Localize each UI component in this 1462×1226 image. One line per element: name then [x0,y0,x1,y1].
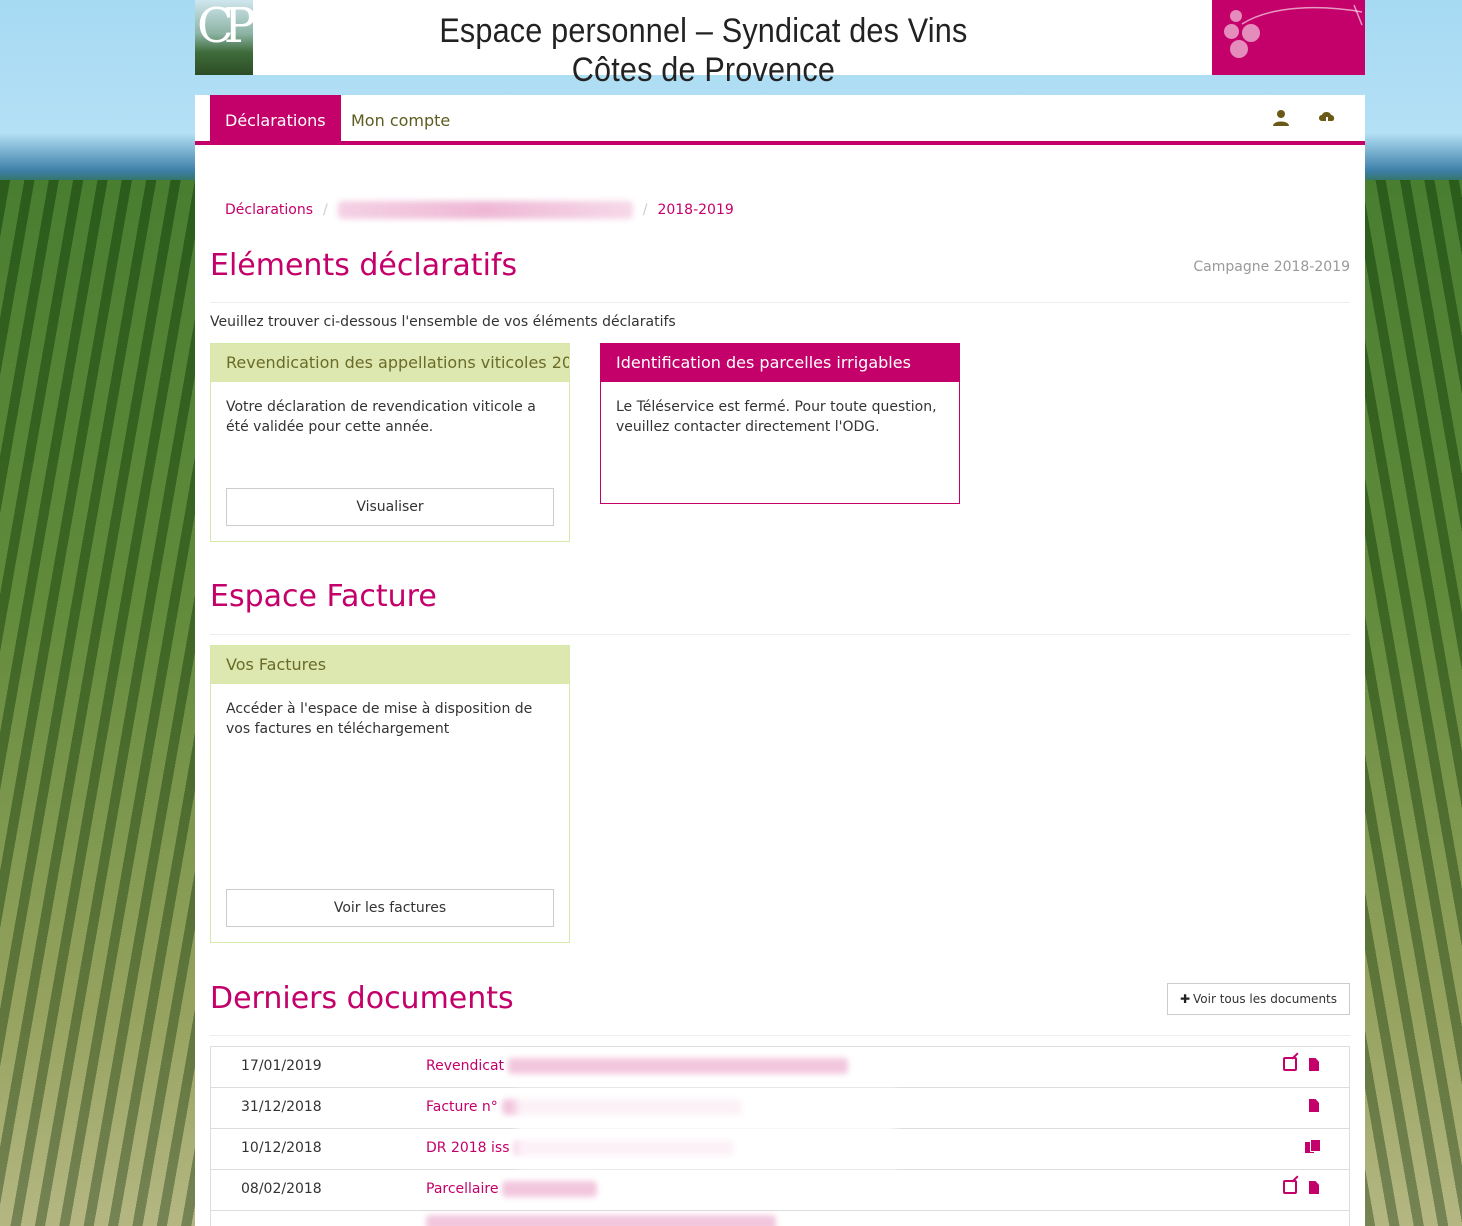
grapes-icon [1212,0,1365,75]
main-navbar: Déclarations Mon compte [195,95,1365,145]
doc-title[interactable]: Parcellaire [426,1181,598,1197]
doc-actions [1283,1180,1319,1194]
section-title-declaratifs: Eléments déclaratifs [210,248,518,283]
doc-date: 08/02/2018 [241,1181,322,1197]
nav-declarations[interactable]: Déclarations [210,95,341,145]
cloud-download-icon[interactable] [1316,109,1338,131]
card-factures: Vos Factures Accéder à l'espace de mise … [210,645,570,943]
breadcrumb-separator: / [642,202,648,218]
card-parcelles-irrigables: Identification des parcelles irrigables … [600,343,960,504]
doc-actions [1309,1098,1319,1112]
table-row[interactable] [211,1211,1349,1226]
doc-title-partial[interactable] [426,1215,776,1226]
doc-date: 10/12/2018 [241,1140,322,1156]
background-vineyard-left [0,180,195,1226]
divider [210,302,1350,303]
breadcrumb-blurred-entity[interactable] [337,201,633,219]
table-row[interactable]: 08/02/2018 Parcellaire [211,1170,1349,1211]
intro-text: Veuillez trouver ci-dessous l'ensemble d… [210,314,676,330]
documents-table: 17/01/2019 Revendicat 31/12/2018 Facture… [210,1046,1350,1226]
user-icon[interactable] [1270,109,1292,131]
campaign-label: Campagne 2018-2019 [1193,259,1350,275]
voir-factures-button[interactable]: Voir les factures [226,889,554,927]
breadcrumb-root[interactable]: Déclarations [225,202,313,218]
files-icon[interactable] [1305,1139,1321,1153]
doc-date: 31/12/2018 [241,1099,322,1115]
page-container: CP Espace personnel – Syndicat des Vins … [195,0,1365,1226]
card-header: Vos Factures [211,646,569,684]
doc-title[interactable]: Revendicat [426,1058,849,1074]
redaction-overlay [516,1088,896,1170]
main-panel: Déclarations Mon compte Déclarations / /… [195,95,1365,1226]
button-label: Voir tous les documents [1193,992,1337,1006]
plus-icon: ✚ [1179,992,1190,1006]
divider [210,634,1350,635]
nav-mon-compte[interactable]: Mon compte [336,95,465,145]
breadcrumb-separator: / [323,202,328,218]
card-body: Accéder à l'espace de mise à disposition… [226,701,533,737]
file-icon[interactable] [1309,1058,1319,1071]
background-vineyard-right [1365,180,1462,1226]
file-icon[interactable] [1309,1181,1319,1194]
breadcrumb: Déclarations / / 2018-2019 [225,201,734,219]
file-icon[interactable] [1309,1099,1319,1112]
divider [210,1035,1350,1036]
voir-tous-documents-button[interactable]: ✚ Voir tous les documents [1166,983,1350,1015]
doc-actions [1283,1057,1319,1071]
site-banner: CP Espace personnel – Syndicat des Vins … [195,0,1365,89]
edit-icon[interactable] [1283,1057,1297,1071]
card-header: Identification des parcelles irrigables [601,344,959,382]
doc-date: 17/01/2019 [241,1058,322,1074]
breadcrumb-current[interactable]: 2018-2019 [657,202,733,218]
banner-title: Espace personnel – Syndicat des Vins Côt… [439,12,968,89]
card-revendication: Revendication des appellations viticoles… [210,343,570,542]
section-title-documents: Derniers documents [210,981,514,1016]
table-row[interactable]: 17/01/2019 Revendicat [211,1047,1349,1088]
logo-letters: CP [197,0,253,54]
card-header: Revendication des appellations viticoles… [211,344,569,382]
section-title-facture: Espace Facture [210,579,437,614]
doc-actions [1305,1139,1321,1153]
card-body: Votre déclaration de revendication vitic… [226,399,536,435]
visualiser-button[interactable]: Visualiser [226,488,554,526]
card-body: Le Téléservice est fermé. Pour toute que… [616,399,937,435]
edit-icon[interactable] [1283,1180,1297,1194]
cp-logo[interactable]: CP [195,0,253,75]
